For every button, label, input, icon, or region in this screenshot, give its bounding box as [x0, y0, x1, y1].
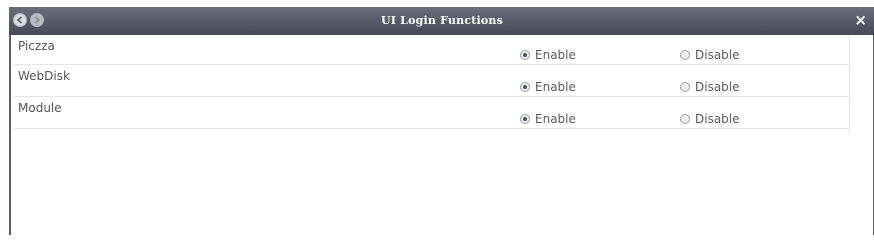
- function-row-piczza: Piczza Enable Disable: [14, 35, 850, 65]
- function-row-module: Module Enable Disable: [14, 97, 850, 129]
- enable-label: Enable: [535, 112, 576, 126]
- enable-label: Enable: [535, 48, 576, 62]
- disable-radio-module[interactable]: Disable: [680, 112, 740, 126]
- disable-radio-webdisk[interactable]: Disable: [680, 80, 740, 94]
- disable-label: Disable: [695, 80, 740, 94]
- radio-unchecked-icon: [680, 50, 690, 60]
- list-divider: [849, 35, 850, 134]
- radio-unchecked-icon: [680, 82, 690, 92]
- enable-radio-piczza[interactable]: Enable: [520, 48, 576, 62]
- disable-label: Disable: [695, 48, 740, 62]
- login-functions-window: UI Login Functions × Piczza Enable Disab…: [9, 7, 874, 235]
- radio-checked-icon: [520, 82, 530, 92]
- function-label: WebDisk: [18, 69, 70, 83]
- radio-checked-icon: [520, 114, 530, 124]
- enable-radio-webdisk[interactable]: Enable: [520, 80, 576, 94]
- disable-radio-piczza[interactable]: Disable: [680, 48, 740, 62]
- close-icon[interactable]: ×: [854, 11, 867, 29]
- function-row-webdisk: WebDisk Enable Disable: [14, 65, 850, 97]
- function-label: Module: [18, 101, 62, 115]
- radio-checked-icon: [520, 50, 530, 60]
- window-title: UI Login Functions: [380, 14, 504, 27]
- enable-label: Enable: [535, 80, 576, 94]
- enable-radio-module[interactable]: Enable: [520, 112, 576, 126]
- disable-label: Disable: [695, 112, 740, 126]
- function-label: Piczza: [18, 39, 55, 53]
- function-list: Piczza Enable Disable WebDisk Enable Dis…: [14, 35, 850, 129]
- radio-unchecked-icon: [680, 114, 690, 124]
- title-bar: UI Login Functions ×: [9, 7, 874, 35]
